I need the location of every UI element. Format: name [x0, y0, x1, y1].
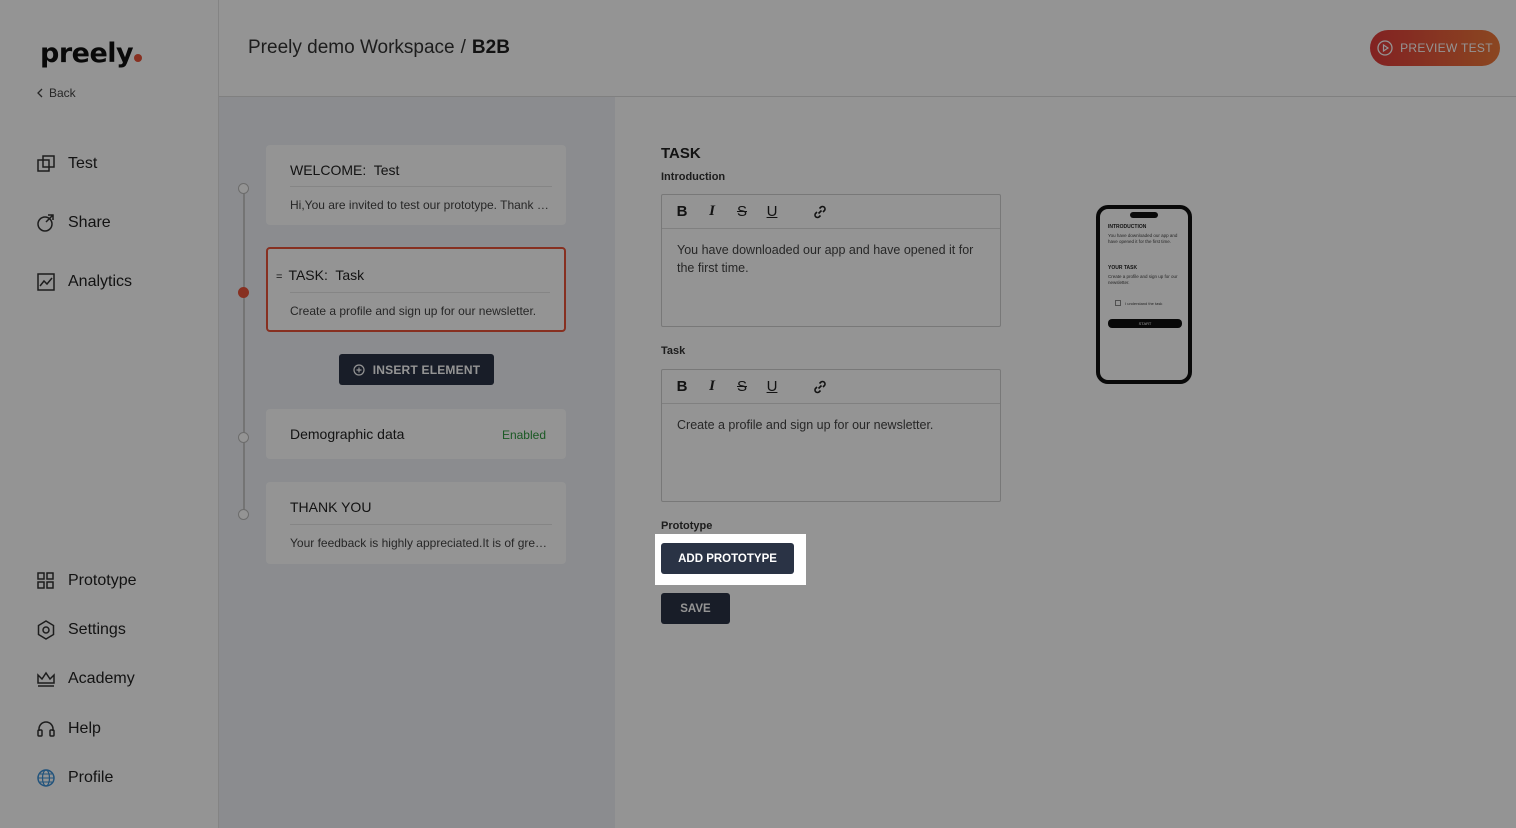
timeline-node	[238, 183, 249, 194]
flow-timeline	[243, 187, 245, 517]
headset-icon	[37, 721, 55, 737]
test-icon	[37, 155, 55, 172]
card-body: Your feedback is highly appreciated.It i…	[290, 536, 552, 550]
flow-canvas: WELCOME: Test Hi,You are invited to test…	[219, 97, 615, 828]
plus-circle-icon	[353, 363, 365, 376]
sidebar-item-prototype[interactable]: Prototype	[36, 571, 136, 591]
play-circle-icon	[1377, 40, 1393, 56]
introduction-editor[interactable]: B I S U You have downloaded our app and …	[661, 194, 1001, 327]
sidebar-item-label: Settings	[68, 621, 126, 638]
sidebar-item-share[interactable]: Share	[36, 213, 111, 233]
sidebar-item-help[interactable]: Help	[36, 719, 101, 739]
sidebar-item-label: Academy	[68, 670, 135, 687]
chevron-left-icon	[37, 88, 43, 98]
insert-element-button[interactable]: INSERT ELEMENT	[339, 354, 494, 385]
preview-intro-heading: INTRODUCTION	[1108, 224, 1147, 230]
task-card[interactable]: = TASK: Task Create a profile and sign up…	[266, 247, 566, 332]
sidebar-item-label: Test	[68, 155, 98, 172]
card-body: Create a profile and sign up for our new…	[290, 304, 537, 318]
preview-intro-text: You have downloaded our app and have ope…	[1108, 233, 1178, 244]
preview-start-button: START	[1108, 319, 1182, 328]
sidebar-item-analytics[interactable]: Analytics	[36, 272, 132, 292]
section-title: TASK	[661, 145, 701, 162]
bold-button[interactable]: B	[674, 378, 690, 395]
sidebar-item-test[interactable]: Test	[36, 154, 97, 174]
prototype-label: Prototype	[661, 520, 713, 532]
insert-element-label: INSERT ELEMENT	[372, 362, 481, 377]
add-prototype-button[interactable]: ADD PROTOTYPE	[661, 543, 794, 574]
highlight-spotlight: ADD PROTOTYPE	[655, 534, 806, 585]
italic-button[interactable]: I	[704, 203, 720, 220]
breadcrumb-separator: /	[460, 37, 466, 58]
card-body: Hi,You are invited to test our prototype…	[290, 198, 552, 212]
phone-notch	[1130, 212, 1158, 218]
crown-icon	[37, 671, 55, 687]
logo[interactable]: preely	[40, 38, 143, 69]
welcome-card[interactable]: WELCOME: Test Hi,You are invited to test…	[266, 145, 566, 225]
share-icon	[37, 214, 54, 232]
sidebar-item-label: Help	[68, 720, 101, 737]
analytics-icon	[37, 273, 55, 291]
timeline-node-active	[238, 287, 249, 298]
link-icon[interactable]	[812, 379, 828, 395]
task-editor-field[interactable]: B I S U Create a profile and sign up for…	[661, 369, 1001, 502]
status-badge: Enabled	[501, 428, 546, 442]
globe-icon	[37, 769, 55, 787]
preview-checkbox	[1115, 300, 1121, 306]
preview-task-text: Create a profile and sign up for our new…	[1108, 274, 1178, 285]
sidebar: preely Back Test Share Analytics Prototy…	[0, 0, 219, 828]
timeline-node	[238, 509, 249, 520]
phone-preview: INTRODUCTION You have downloaded our app…	[1096, 205, 1192, 384]
breadcrumb-workspace[interactable]: Preely demo Workspace	[248, 37, 455, 58]
breadcrumb-project: B2B	[471, 37, 510, 58]
italic-button[interactable]: I	[704, 378, 720, 395]
sidebar-item-settings[interactable]: Settings	[36, 620, 126, 640]
thank-you-card[interactable]: THANK YOU Your feedback is highly apprec…	[266, 482, 566, 564]
preview-checkbox-label: I understand the task	[1125, 301, 1163, 306]
card-title: WELCOME: Test	[290, 162, 400, 178]
sidebar-item-label: Analytics	[68, 273, 133, 290]
divider	[290, 186, 552, 187]
underline-button[interactable]: U	[764, 378, 780, 395]
demographic-card[interactable]: Demographic data Enabled	[266, 409, 566, 459]
task-label: Task	[661, 345, 686, 357]
gear-icon	[37, 620, 55, 640]
divider	[290, 292, 550, 293]
back-link[interactable]: Back	[36, 86, 76, 100]
sidebar-item-academy[interactable]: Academy	[36, 669, 135, 689]
sidebar-item-label: Prototype	[68, 572, 137, 589]
save-button[interactable]: SAVE	[661, 593, 730, 624]
card-title: = TASK: Task	[276, 267, 365, 283]
introduction-text[interactable]: You have downloaded our app and have ope…	[662, 229, 1000, 289]
card-title: Demographic data	[290, 426, 405, 442]
sidebar-item-profile[interactable]: Profile	[36, 768, 113, 788]
timeline-node	[238, 432, 249, 443]
sidebar-item-label: Share	[68, 214, 111, 231]
introduction-label: Introduction	[661, 171, 726, 183]
rich-text-toolbar: B I S U	[662, 195, 1000, 229]
drag-handle-icon[interactable]: =	[276, 271, 282, 283]
task-text[interactable]: Create a profile and sign up for our new…	[662, 404, 1000, 446]
task-editor: TASK Introduction B I S U You have downl…	[615, 97, 1516, 828]
underline-button[interactable]: U	[764, 203, 780, 220]
back-label: Back	[49, 86, 76, 100]
preview-test-label: PREVIEW TEST	[1400, 41, 1493, 55]
preview-test-button[interactable]: PREVIEW TEST	[1370, 30, 1500, 66]
card-title: THANK YOU	[290, 499, 372, 515]
preview-task-heading: YOUR TASK	[1108, 265, 1138, 271]
divider	[290, 524, 552, 525]
breadcrumb: Preely demo Workspace / B2B	[248, 37, 510, 59]
grid-icon	[37, 572, 54, 589]
strikethrough-button[interactable]: S	[734, 203, 750, 220]
header: Preely demo Workspace / B2B PREVIEW TEST	[219, 0, 1516, 97]
rich-text-toolbar: B I S U	[662, 370, 1000, 404]
bold-button[interactable]: B	[674, 203, 690, 220]
strikethrough-button[interactable]: S	[734, 378, 750, 395]
sidebar-item-label: Profile	[68, 769, 114, 786]
link-icon[interactable]	[812, 204, 828, 220]
